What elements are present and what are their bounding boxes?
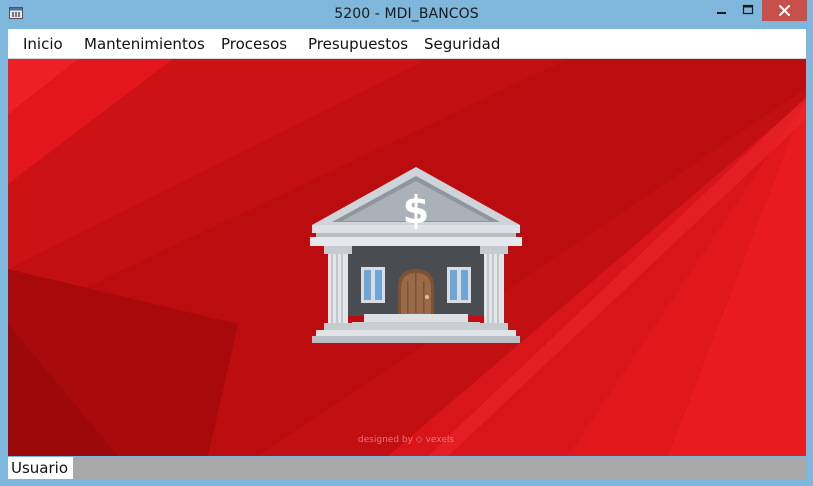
close-button[interactable]	[762, 0, 807, 21]
minimize-button[interactable]	[708, 0, 734, 21]
main-window: 5200 - MDI_BANCOS Inicio Mantenimientos …	[0, 0, 813, 486]
menu-procesos[interactable]: Procesos	[221, 35, 287, 53]
menu-inicio[interactable]: Inicio	[23, 35, 63, 53]
dollar-symbol: $	[403, 188, 429, 232]
window-title: 5200 - MDI_BANCOS	[334, 6, 479, 22]
mdi-background: $ designed by ◇ vexels	[8, 59, 806, 456]
title-bar[interactable]: 5200 - MDI_BANCOS	[0, 0, 813, 29]
menu-mantenimientos[interactable]: Mantenimientos	[84, 35, 205, 53]
minimize-icon	[717, 12, 726, 14]
close-icon	[779, 5, 790, 16]
maximize-button[interactable]	[734, 0, 761, 21]
menu-bar: Inicio Mantenimientos Procesos Presupues…	[8, 29, 806, 59]
maximize-icon	[742, 4, 754, 15]
menu-seguridad[interactable]: Seguridad	[424, 35, 500, 53]
menu-presupuestos[interactable]: Presupuestos	[308, 35, 408, 53]
background-art: $ designed by ◇ vexels	[8, 59, 806, 456]
credit-watermark: designed by ◇ vexels	[358, 435, 454, 445]
status-user-label: Usuario	[8, 457, 74, 479]
status-bar: Usuario	[8, 457, 806, 479]
